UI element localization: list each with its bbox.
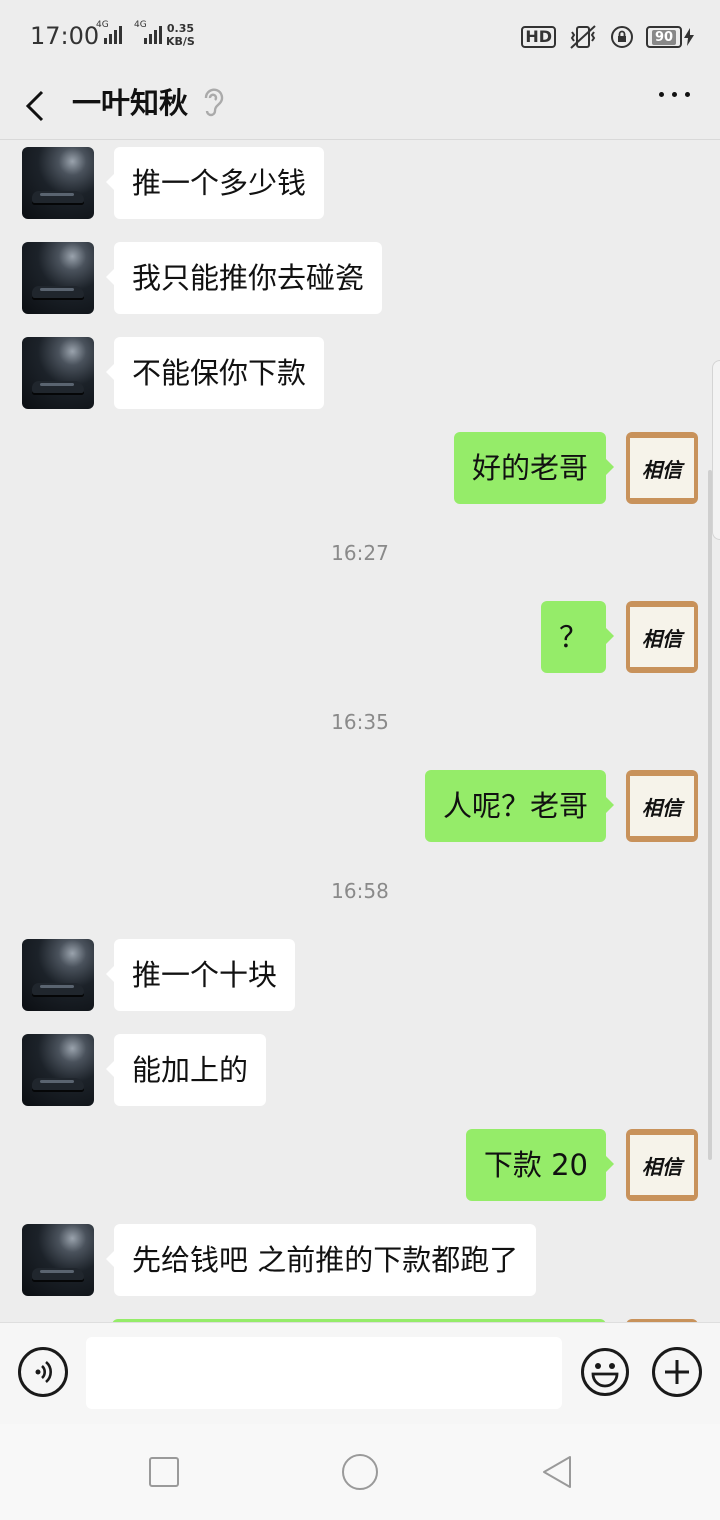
message-bubble[interactable]: 能加上的: [105, 1034, 267, 1106]
message-bubble[interactable]: 下款 20: [465, 1129, 615, 1201]
message-row-incoming: 先给钱吧 之前推的下款都跑了: [0, 1224, 720, 1298]
contact-avatar[interactable]: [22, 242, 94, 314]
self-avatar[interactable]: 相信: [626, 1129, 698, 1201]
system-navigation-bar: [0, 1424, 720, 1520]
message-bubble[interactable]: ？: [540, 601, 615, 673]
message-bubble[interactable]: 先给钱吧 之前推的下款都跑了: [105, 1224, 537, 1296]
message-input[interactable]: [86, 1337, 562, 1409]
message-row-outgoing: 好的老哥 相信: [0, 432, 720, 506]
contact-avatar[interactable]: [22, 939, 94, 1011]
message-row-incoming: 能加上的: [0, 1034, 720, 1108]
self-avatar[interactable]: 相信: [626, 770, 698, 842]
battery-indicator: 90: [646, 26, 694, 48]
message-row-incoming: 推一个多少钱: [0, 147, 720, 221]
signal-icon: 4G: [96, 20, 122, 44]
message-bubble[interactable]: 人呢？老哥: [424, 770, 615, 842]
vibrate-mute-icon: [570, 25, 596, 49]
message-bubble[interactable]: 不能保你下款: [105, 337, 325, 409]
message-bubble[interactable]: 我只能推你去碰瓷: [105, 242, 383, 314]
emoji-icon[interactable]: [580, 1347, 630, 1397]
signal-icon: 4G: [134, 20, 162, 44]
voice-input-icon[interactable]: [18, 1347, 68, 1397]
signal-indicators: 4G 4G: [96, 20, 162, 44]
system-back-icon[interactable]: [540, 1454, 574, 1490]
message-bubble[interactable]: 推一个十块: [105, 939, 296, 1011]
recent-apps-icon[interactable]: [149, 1457, 179, 1487]
more-options-icon[interactable]: [659, 92, 690, 97]
self-avatar[interactable]: 相信: [626, 432, 698, 504]
status-right-icons: HD 90: [521, 24, 694, 50]
earpiece-mode-icon: [204, 88, 224, 117]
back-arrow-icon[interactable]: [18, 86, 58, 126]
self-avatar[interactable]: 相信: [626, 601, 698, 673]
message-row-outgoing: ？ 相信: [0, 601, 720, 675]
message-bubble[interactable]: 推一个多少钱: [105, 147, 325, 219]
status-bar: 17:00 4G 4G 0.35 KB/S HD 90: [0, 0, 720, 72]
contact-avatar[interactable]: [22, 147, 94, 219]
message-row-outgoing: 人呢？老哥 相信: [0, 770, 720, 844]
contact-avatar[interactable]: [22, 337, 94, 409]
more-functions-plus-icon[interactable]: [652, 1347, 702, 1397]
message-row-incoming: 推一个十块: [0, 939, 720, 1013]
rotation-lock-icon: [611, 26, 633, 48]
message-row-incoming: 我只能推你去碰瓷: [0, 242, 720, 316]
message-timestamp: 16:27: [331, 541, 389, 565]
page-title: 一叶知秋: [72, 86, 189, 120]
contact-avatar[interactable]: [22, 1034, 94, 1106]
status-time: 17:00: [30, 22, 100, 50]
message-row-outgoing: 下款 20 相信: [0, 1129, 720, 1203]
hd-icon: HD: [521, 26, 556, 48]
home-icon[interactable]: [342, 1454, 378, 1490]
chat-header: 一叶知秋: [0, 72, 720, 140]
input-bar: [0, 1322, 720, 1424]
message-timestamp: 16:58: [331, 879, 389, 903]
message-bubble[interactable]: 好的老哥: [453, 432, 615, 504]
network-speed: 0.35 KB/S: [166, 22, 195, 48]
contact-avatar[interactable]: [22, 1224, 94, 1296]
message-list[interactable]: 推一个多少钱 我只能推你去碰瓷 不能保你下款 好的老哥 相信 16:27 ？ 相…: [0, 140, 720, 1322]
edge-panel-handle[interactable]: [712, 360, 720, 540]
message-timestamp: 16:35: [331, 710, 389, 734]
charging-icon: [684, 28, 694, 46]
scrollbar[interactable]: [708, 470, 712, 1160]
message-row-incoming: 不能保你下款: [0, 337, 720, 411]
